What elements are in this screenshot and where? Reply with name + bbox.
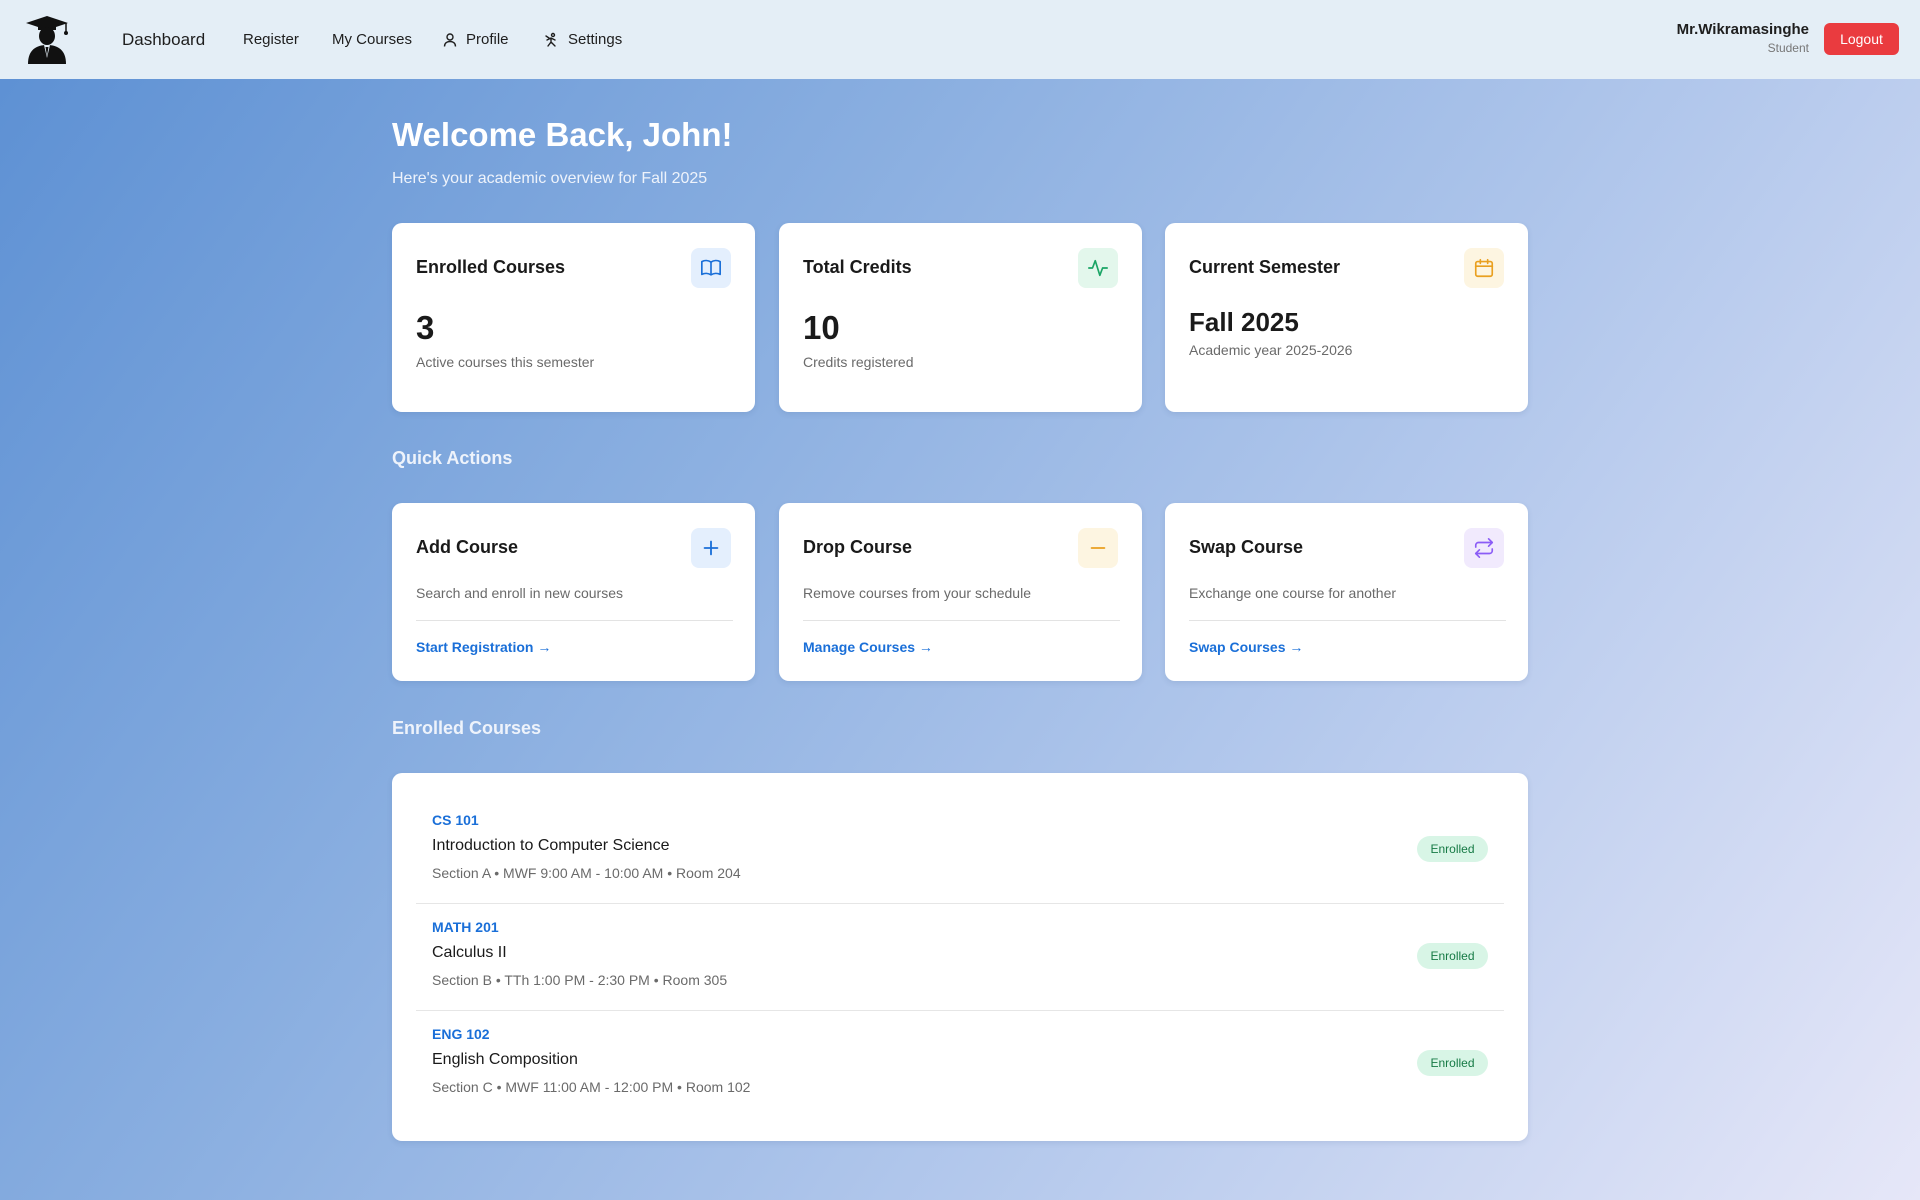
stat-card-current-semester: Current Semester Fall 2025 Academic year… xyxy=(1165,223,1528,412)
icon-box xyxy=(691,248,731,288)
nav-settings-label: Settings xyxy=(568,31,623,48)
course-code: ENG 102 xyxy=(432,1026,490,1042)
status-badge: Enrolled xyxy=(1417,943,1488,969)
course-code: CS 101 xyxy=(432,812,479,828)
icon-box xyxy=(1464,528,1504,568)
course-name: Calculus II xyxy=(432,944,507,961)
nav-dashboard-label: Dashboard xyxy=(122,29,206,49)
start-registration-link[interactable]: Start Registration → xyxy=(416,639,551,655)
divider xyxy=(1189,620,1506,621)
graduate-logo-icon[interactable] xyxy=(24,14,70,64)
nav-my-courses-label: My Courses xyxy=(332,31,413,48)
nav-dashboard[interactable]: Dashboard xyxy=(122,0,205,79)
user-name: Mr.Wikramasinghe xyxy=(1676,21,1809,38)
page-subtitle: Here's your academic overview for Fall 2… xyxy=(392,170,708,187)
action-title: Swap Course xyxy=(1189,537,1304,557)
course-details: Section C • MWF 11:00 AM - 12:00 PM • Ro… xyxy=(432,1079,751,1095)
icon-box xyxy=(1078,528,1118,568)
action-description: Search and enroll in new courses xyxy=(416,585,624,601)
stat-value: 3 xyxy=(416,309,435,346)
plus-icon xyxy=(703,540,719,556)
course-name: Introduction to Computer Science xyxy=(432,837,670,854)
list-item[interactable]: ENG 102 English Composition Section C • … xyxy=(416,1011,1504,1118)
divider xyxy=(803,620,1120,621)
stat-value: Fall 2025 xyxy=(1189,307,1299,337)
course-code: MATH 201 xyxy=(432,919,499,935)
stat-card-total-credits: Total Credits 10 Credits registered xyxy=(779,223,1142,412)
action-card-add-course[interactable]: Add Course Search and enroll in new cour… xyxy=(392,503,755,681)
user-info: Mr.Wikramasinghe Student xyxy=(1677,21,1809,55)
logout-button[interactable]: Logout xyxy=(1824,23,1899,55)
quick-actions-heading: Quick Actions xyxy=(392,448,513,468)
stat-caption: Credits registered xyxy=(803,354,914,370)
icon-box xyxy=(691,528,731,568)
minus-icon xyxy=(1090,547,1106,549)
nav-profile-label: Profile xyxy=(466,31,509,48)
course-name: English Composition xyxy=(432,1051,578,1068)
nav-register[interactable]: Register xyxy=(243,0,299,79)
nav-my-courses[interactable]: My Courses xyxy=(332,0,412,79)
icon-box xyxy=(1078,248,1118,288)
action-title: Drop Course xyxy=(803,537,913,557)
enrolled-courses-list: CS 101 Introduction to Computer Science … xyxy=(392,773,1528,1141)
action-description: Exchange one course for another xyxy=(1189,585,1397,601)
course-details: Section A • MWF 9:00 AM - 10:00 AM • Roo… xyxy=(432,865,741,881)
list-item[interactable]: CS 101 Introduction to Computer Science … xyxy=(416,797,1504,904)
list-item[interactable]: MATH 201 Calculus II Section B • TTh 1:0… xyxy=(416,904,1504,1011)
stat-card-enrolled-courses: Enrolled Courses 3 Active courses this s… xyxy=(392,223,755,412)
stat-title: Enrolled Courses xyxy=(416,257,566,277)
user-icon xyxy=(443,32,457,47)
calendar-icon xyxy=(1474,258,1494,278)
icon-box xyxy=(1464,248,1504,288)
status-badge: Enrolled xyxy=(1417,1050,1488,1076)
action-card-drop-course[interactable]: Drop Course Remove courses from your sch… xyxy=(779,503,1142,681)
nav-profile[interactable]: Profile xyxy=(442,0,509,79)
stat-caption: Academic year 2025-2026 xyxy=(1189,342,1353,358)
top-navigation-bar: Dashboard Register My Courses Profile Se… xyxy=(0,0,1920,79)
activity-icon xyxy=(1088,259,1108,277)
divider xyxy=(416,620,733,621)
swap-courses-link[interactable]: Swap Courses → xyxy=(1189,639,1303,655)
page-title: Welcome Back, John! xyxy=(392,116,733,153)
action-description: Remove courses from your schedule xyxy=(803,585,1031,601)
swap-icon xyxy=(1474,538,1494,558)
user-role: Student xyxy=(1767,41,1809,55)
action-title: Add Course xyxy=(416,537,519,557)
settings-icon xyxy=(545,32,556,47)
stat-title: Current Semester xyxy=(1189,257,1341,277)
nav-register-label: Register xyxy=(243,31,299,48)
nav-settings[interactable]: Settings xyxy=(544,0,622,79)
stat-value: 10 xyxy=(803,309,840,346)
course-details: Section B • TTh 1:00 PM - 2:30 PM • Room… xyxy=(432,972,728,988)
stat-caption: Active courses this semester xyxy=(416,354,595,370)
stat-title: Total Credits xyxy=(803,257,912,277)
action-card-swap-course[interactable]: Swap Course Exchange one course for anot… xyxy=(1165,503,1528,681)
status-badge: Enrolled xyxy=(1417,836,1488,862)
manage-courses-link[interactable]: Manage Courses → xyxy=(803,639,933,655)
enrolled-courses-heading: Enrolled Courses xyxy=(392,718,542,738)
book-icon xyxy=(701,259,721,276)
